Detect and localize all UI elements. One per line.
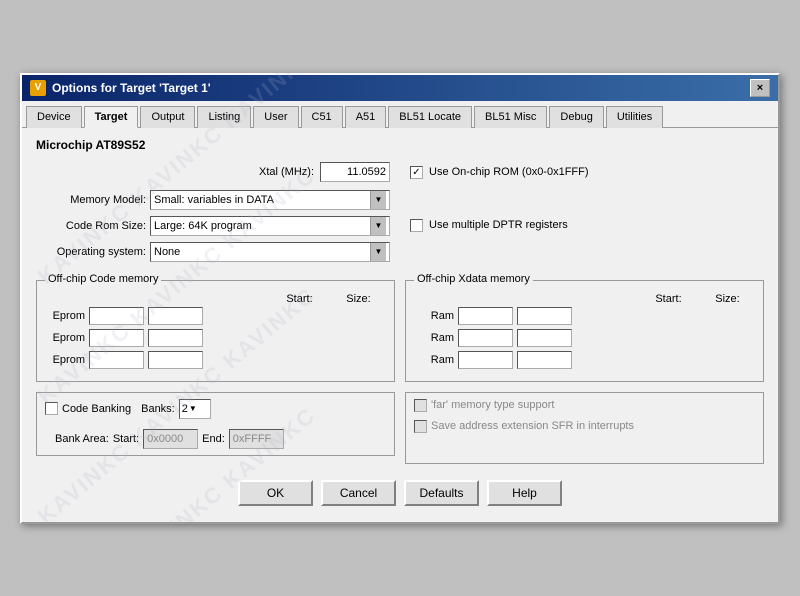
- xdata-ram-row-3: Ram: [414, 351, 755, 369]
- banks-value: 2: [182, 403, 188, 415]
- code-eprom-row-2: Eprom: [45, 329, 386, 347]
- bank-area-group: Bank Area: Start: End:: [55, 429, 284, 449]
- code-banking-checkbox-group: Code Banking: [45, 402, 131, 415]
- code-eprom-size-3[interactable]: [148, 351, 203, 369]
- dialog-title: Options for Target 'Target 1': [52, 81, 211, 95]
- code-rom-label: Code Rom Size:: [36, 220, 146, 232]
- xdata-ram-label-2: Ram: [414, 332, 454, 344]
- button-row: OK Cancel Defaults Help: [36, 472, 764, 512]
- code-size-header: Size:: [331, 293, 386, 305]
- off-chip-code-title: Off-chip Code memory: [45, 273, 161, 285]
- dptr-checkbox[interactable]: [410, 219, 423, 232]
- onchip-rom-checkbox[interactable]: ✓: [410, 166, 423, 179]
- code-eprom-label-1: Eprom: [45, 310, 85, 322]
- bank-area-label: Bank Area:: [55, 433, 109, 445]
- far-memory-label: 'far' memory type support: [431, 399, 554, 411]
- tab-a51[interactable]: A51: [345, 106, 387, 128]
- far-memory-row: 'far' memory type support: [414, 399, 755, 412]
- help-button[interactable]: Help: [487, 480, 562, 506]
- tab-output[interactable]: Output: [140, 106, 195, 128]
- save-address-label: Save address extension SFR in interrupts: [431, 420, 634, 432]
- xdata-ram-row-1: Ram: [414, 307, 755, 325]
- right-options-group: 'far' memory type support Save address e…: [405, 392, 764, 464]
- memory-model-arrow[interactable]: ▼: [370, 191, 386, 209]
- off-chip-code-group: Off-chip Code memory Start: Size: Eprom: [36, 280, 395, 382]
- off-chip-xdata-group: Off-chip Xdata memory Start: Size: Ram: [405, 280, 764, 382]
- banks-dropdown[interactable]: 2 ▼: [179, 399, 211, 419]
- tab-bl51-locate[interactable]: BL51 Locate: [388, 106, 472, 128]
- dptr-label: Use multiple DPTR registers: [429, 219, 568, 231]
- start-label: Start:: [113, 433, 139, 445]
- xdata-ram-label-3: Ram: [414, 354, 454, 366]
- save-address-checkbox[interactable]: [414, 420, 427, 433]
- tab-bl51-misc[interactable]: BL51 Misc: [474, 106, 547, 128]
- bank-start-input[interactable]: [143, 429, 198, 449]
- code-rom-value: Large: 64K program: [154, 220, 370, 232]
- app-icon: V: [30, 80, 46, 96]
- off-chip-xdata-title: Off-chip Xdata memory: [414, 273, 533, 285]
- code-eprom-start-3[interactable]: [89, 351, 144, 369]
- code-banking-checkbox[interactable]: [45, 402, 58, 415]
- code-eprom-row-1: Eprom: [45, 307, 386, 325]
- code-eprom-size-1[interactable]: [148, 307, 203, 325]
- banks-group: Banks: 2 ▼: [141, 399, 211, 419]
- code-rom-dropdown[interactable]: Large: 64K program ▼: [150, 216, 390, 236]
- xtal-label: Xtal (MHz):: [259, 166, 314, 178]
- bank-end-input[interactable]: [229, 429, 284, 449]
- xdata-ram-size-3[interactable]: [517, 351, 572, 369]
- code-eprom-start-2[interactable]: [89, 329, 144, 347]
- end-label: End:: [202, 433, 225, 445]
- defaults-button[interactable]: Defaults: [404, 480, 479, 506]
- onchip-rom-label: Use On-chip ROM (0x0-0x1FFF): [429, 166, 589, 178]
- xtal-input[interactable]: [320, 162, 390, 182]
- code-eprom-label-2: Eprom: [45, 332, 85, 344]
- tab-listing[interactable]: Listing: [197, 106, 251, 128]
- memory-model-label: Memory Model:: [36, 194, 146, 206]
- xdata-ram-start-2[interactable]: [458, 329, 513, 347]
- xdata-ram-size-1[interactable]: [517, 307, 572, 325]
- ok-button[interactable]: OK: [238, 480, 313, 506]
- xdata-start-header: Start:: [641, 293, 696, 305]
- os-value: None: [154, 246, 370, 258]
- tab-debug[interactable]: Debug: [549, 106, 603, 128]
- code-rom-arrow[interactable]: ▼: [370, 217, 386, 235]
- xdata-size-header: Size:: [700, 293, 755, 305]
- code-eprom-label-3: Eprom: [45, 354, 85, 366]
- code-eprom-start-1[interactable]: [89, 307, 144, 325]
- title-bar: V Options for Target 'Target 1' ×: [22, 75, 778, 101]
- tab-device[interactable]: Device: [26, 106, 82, 128]
- banks-label: Banks:: [141, 403, 175, 415]
- code-eprom-size-2[interactable]: [148, 329, 203, 347]
- tab-target[interactable]: Target: [84, 106, 139, 128]
- os-label: Operating system:: [36, 246, 146, 258]
- memory-model-dropdown[interactable]: Small: variables in DATA ▼: [150, 190, 390, 210]
- memory-model-value: Small: variables in DATA: [154, 194, 370, 206]
- code-banking-section: Code Banking Banks: 2 ▼ Bank Area: Start…: [36, 392, 395, 456]
- close-button[interactable]: ×: [750, 79, 770, 97]
- save-address-row: Save address extension SFR in interrupts: [414, 420, 755, 433]
- far-memory-checkbox[interactable]: [414, 399, 427, 412]
- tab-c51[interactable]: C51: [301, 106, 343, 128]
- os-arrow[interactable]: ▼: [370, 243, 386, 261]
- code-eprom-row-3: Eprom: [45, 351, 386, 369]
- code-start-header: Start:: [272, 293, 327, 305]
- xdata-ram-size-2[interactable]: [517, 329, 572, 347]
- xdata-ram-label-1: Ram: [414, 310, 454, 322]
- tab-bar: Device Target Output Listing User C51 A5…: [22, 101, 778, 128]
- code-banking-label: Code Banking: [62, 403, 131, 415]
- tab-user[interactable]: User: [253, 106, 298, 128]
- tab-utilities[interactable]: Utilities: [606, 106, 663, 128]
- device-name: Microchip AT89S52: [36, 138, 764, 152]
- xdata-ram-start-3[interactable]: [458, 351, 513, 369]
- os-dropdown[interactable]: None ▼: [150, 242, 390, 262]
- xdata-ram-start-1[interactable]: [458, 307, 513, 325]
- cancel-button[interactable]: Cancel: [321, 480, 396, 506]
- xdata-ram-row-2: Ram: [414, 329, 755, 347]
